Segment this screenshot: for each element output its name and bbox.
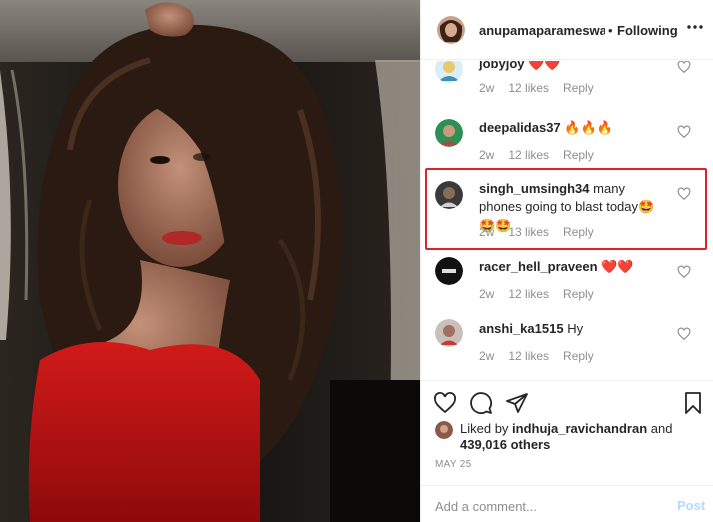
reply-button[interactable]: Reply	[563, 287, 594, 301]
author-username[interactable]: anupamaparameswaran	[479, 23, 605, 38]
like-heart-icon[interactable]	[433, 391, 457, 415]
comment-emoji: 🔥🔥🔥	[564, 121, 613, 136]
comment-text: deepalidas37 🔥🔥🔥	[479, 119, 669, 138]
post-date[interactable]: MAY 25	[435, 459, 471, 470]
comment-likes[interactable]: 12 likes	[508, 349, 549, 363]
commenter-avatar[interactable]	[435, 181, 463, 209]
post-side-panel: anupamaparameswaran • Following jobyjoy …	[420, 0, 713, 522]
comment-meta: 2w 12 likes Reply	[479, 81, 608, 95]
add-comment-bar: Post	[421, 485, 713, 522]
comment-username[interactable]: singh_umsingh34	[479, 181, 590, 196]
comment-meta: 2w 12 likes Reply	[479, 287, 608, 301]
comment-item: deepalidas37 🔥🔥🔥 2w 12 likes Reply	[421, 117, 713, 179]
comment-likes[interactable]: 12 likes	[508, 287, 549, 301]
comment-username[interactable]: anshi_ka1515	[479, 321, 564, 336]
comment-username[interactable]: jobyjoy	[479, 61, 525, 71]
liked-by-user[interactable]: indhuja_ravichandran	[512, 421, 647, 436]
comment-age[interactable]: 2w	[479, 287, 494, 301]
comment-text: jobyjoy ❤️❤️	[479, 61, 669, 74]
comment-emoji: ❤️❤️	[528, 61, 561, 72]
comments-list[interactable]: jobyjoy ❤️❤️ 2w 12 likes Reply deepalidas3…	[421, 61, 713, 379]
comment-age[interactable]: 2w	[479, 81, 494, 95]
comment-item: jobyjoy ❤️❤️ 2w 12 likes Reply	[421, 61, 713, 117]
comment-emoji: ❤️❤️	[601, 260, 634, 275]
comment-likes[interactable]: 13 likes	[508, 225, 549, 239]
more-dots-icon[interactable]	[685, 19, 705, 35]
reply-button[interactable]: Reply	[563, 81, 594, 95]
heart-icon[interactable]	[677, 125, 691, 139]
commenter-avatar[interactable]	[435, 119, 463, 147]
reply-button[interactable]: Reply	[563, 225, 594, 239]
post-photo-image	[0, 0, 420, 522]
liked-by-line: Liked by indhuja_ravichandran and	[460, 421, 672, 436]
comment-item-highlighted: singh_umsingh34 many phones going to bla…	[421, 179, 713, 253]
add-comment-input[interactable]	[435, 496, 655, 516]
comment-item: anshi_ka1515 Hy 2w 12 likes Reply	[421, 319, 713, 379]
comment-likes[interactable]: 12 likes	[508, 81, 549, 95]
comment-bubble-icon[interactable]	[469, 391, 493, 415]
comment-body: Hy	[567, 321, 584, 336]
comment-meta: 2w 13 likes Reply	[479, 225, 608, 239]
comment-text: racer_hell_praveen ❤️❤️	[479, 258, 669, 277]
liked-by-others[interactable]: 439,016 others	[460, 437, 550, 452]
comment-item: racer_hell_praveen ❤️❤️ 2w 12 likes Reply	[421, 257, 713, 319]
comment-meta: 2w 12 likes Reply	[479, 148, 608, 162]
commenter-avatar[interactable]	[435, 319, 463, 347]
following-button[interactable]: Following	[617, 23, 678, 38]
instagram-post-view: anupamaparameswaran • Following jobyjoy …	[0, 0, 713, 522]
author-avatar[interactable]	[437, 16, 465, 44]
post-header: anupamaparameswaran • Following	[421, 0, 713, 60]
bookmark-icon[interactable]	[681, 391, 705, 415]
share-plane-icon[interactable]	[505, 391, 529, 415]
liker-avatar[interactable]	[435, 421, 453, 439]
reply-button[interactable]: Reply	[563, 148, 594, 162]
comment-age[interactable]: 2w	[479, 349, 494, 363]
comment-text: anshi_ka1515 Hy	[479, 320, 669, 338]
liked-by-prefix: Liked by	[460, 421, 509, 436]
comment-meta: 2w 12 likes Reply	[479, 349, 608, 363]
heart-icon[interactable]	[677, 265, 691, 279]
comment-likes[interactable]: 12 likes	[508, 148, 549, 162]
comment-age[interactable]: 2w	[479, 225, 494, 239]
comment-age[interactable]: 2w	[479, 148, 494, 162]
reply-button[interactable]: Reply	[563, 349, 594, 363]
heart-icon[interactable]	[677, 61, 691, 74]
commenter-avatar[interactable]	[435, 61, 463, 83]
comment-username[interactable]: racer_hell_praveen	[479, 259, 598, 274]
post-photo[interactable]	[0, 0, 420, 522]
comment-username[interactable]: deepalidas37	[479, 120, 561, 135]
post-actions: Liked by indhuja_ravichandran and 439,01…	[421, 380, 713, 522]
heart-icon[interactable]	[677, 187, 691, 201]
header-separator: •	[608, 23, 613, 38]
liked-by-conjunction: and	[650, 421, 673, 436]
liked-by-summary: Liked by indhuja_ravichandran and 439,01…	[435, 419, 705, 453]
commenter-avatar[interactable]	[435, 257, 463, 285]
heart-icon[interactable]	[677, 327, 691, 341]
post-comment-button[interactable]: Post	[677, 498, 705, 513]
